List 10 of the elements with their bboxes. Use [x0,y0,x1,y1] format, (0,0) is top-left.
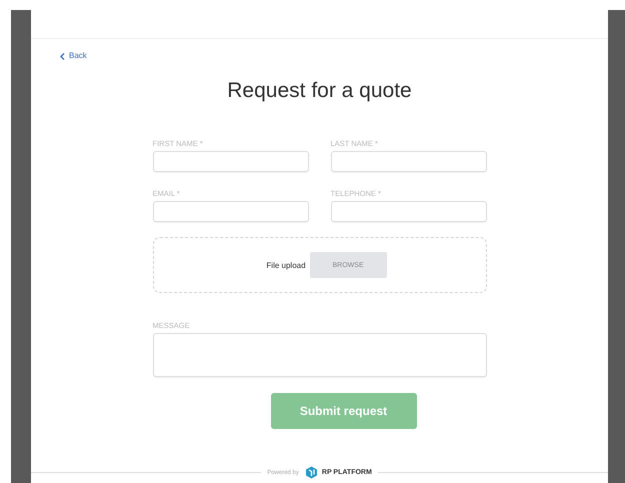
input-field[interactable] [152,151,308,172]
input-field[interactable] [330,151,486,172]
upload-label: File upload [266,260,306,270]
back-link[interactable]: Back [60,51,87,61]
page-title: Request for a quote [227,78,412,104]
message-field[interactable] [152,333,486,377]
input-field[interactable] [330,201,486,222]
input-field[interactable] [152,201,308,222]
logo-icon [304,466,318,479]
chevron-left-icon [60,52,65,60]
